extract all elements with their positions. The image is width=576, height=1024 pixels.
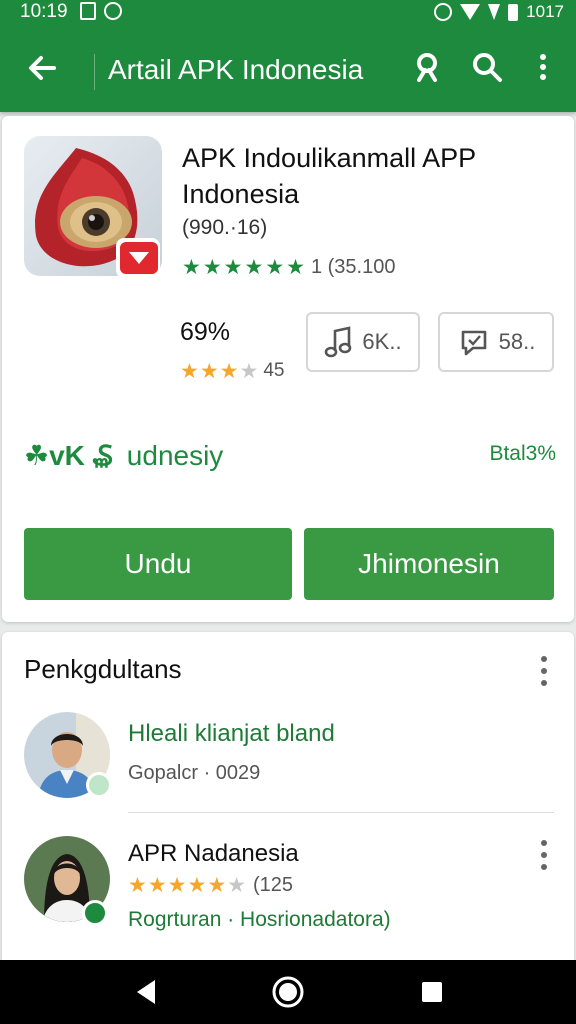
app-bar-divider xyxy=(94,54,95,90)
brand-logo: ☘vK ₷ udnesiy xyxy=(24,436,223,474)
review-rating-count: (125 xyxy=(252,874,293,896)
reviewer-name[interactable]: APR Nadanesia xyxy=(128,840,299,868)
star-icon: ★ xyxy=(147,874,167,897)
secondary-button[interactable]: Jhimonesin xyxy=(304,528,554,600)
search-icon[interactable] xyxy=(470,50,504,84)
download-button[interactable]: Undu xyxy=(24,528,292,600)
app-name: APK Indoulikanmall APP Indonesia xyxy=(182,143,476,209)
brand-text: udnesiy xyxy=(126,440,224,471)
more-vert-icon[interactable] xyxy=(534,656,554,686)
status-battery-text: 1017 xyxy=(526,2,564,21)
brand-logo-mark: ☘vK ₷ xyxy=(24,440,114,471)
wifi-icon xyxy=(460,4,481,20)
music-note-icon xyxy=(325,326,352,358)
review-meta: Gopalcr · 0029 xyxy=(128,762,261,784)
chip-label: 6K.. xyxy=(362,329,402,354)
star-icon: ★ xyxy=(286,256,305,279)
reviews-card: Penkgdultans Hleali klianjat bland Gopal… xyxy=(2,632,574,972)
reviewer-name[interactable]: Hleali klianjat bland xyxy=(128,720,335,748)
navigation-bar xyxy=(0,960,576,1024)
review-count: 1 (35.100 xyxy=(310,256,396,278)
star-empty-icon: ★ xyxy=(239,359,259,383)
nav-home-icon[interactable] xyxy=(270,974,306,1010)
app-info-card: APK Indoulikanmall APP Indonesia (990.·1… xyxy=(2,116,574,622)
status-bar: 10:19 1017 xyxy=(0,0,576,26)
more-vert-icon[interactable] xyxy=(526,50,560,84)
star-icon: ★ xyxy=(244,256,264,279)
nav-recents-icon[interactable] xyxy=(414,974,450,1010)
small-rating: ★ ★ ★ ★ 45 xyxy=(180,360,284,382)
battery-icon xyxy=(508,3,519,21)
divider xyxy=(128,812,554,813)
section-title: Penkgdultans xyxy=(24,654,182,684)
chat-bubble-icon xyxy=(461,330,486,356)
page-title: Artail APK Indonesia xyxy=(108,54,364,85)
app-bar: Artail APK Indonesia xyxy=(0,30,576,110)
star-icon: ★ xyxy=(219,359,239,383)
star-icon: ★ xyxy=(180,359,199,383)
star-icon: ★ xyxy=(128,874,147,897)
back-arrow-icon[interactable] xyxy=(22,48,62,88)
alarm-icon xyxy=(434,3,453,21)
star-empty-icon: ★ xyxy=(227,874,246,897)
star-icon: ★ xyxy=(187,874,207,897)
small-rating-count: 45 xyxy=(263,360,285,381)
verified-badge-icon xyxy=(82,900,108,926)
chip-label: 58.. xyxy=(498,329,536,354)
music-chip[interactable]: 6K.. xyxy=(306,312,420,372)
brand-percent: Btal3% xyxy=(489,442,556,465)
signal-icon xyxy=(488,4,501,20)
app-rating: ★ ★ ★ ★ ★ ★ 1 (35.100 xyxy=(182,256,395,279)
star-icon: ★ xyxy=(207,874,227,897)
star-icon: ★ xyxy=(265,256,285,279)
star-icon: ★ xyxy=(182,256,201,279)
rating-percent: 69% xyxy=(180,318,231,346)
status-time: 10:19 xyxy=(20,1,68,22)
app-icon[interactable] xyxy=(24,136,162,276)
chat-chip[interactable]: 58.. xyxy=(438,312,554,372)
star-icon: ★ xyxy=(167,874,187,897)
top-bar: 10:19 1017 Artail APK Indonesia xyxy=(0,0,576,112)
more-vert-icon[interactable] xyxy=(534,840,554,870)
star-icon: ★ xyxy=(202,256,222,279)
star-icon: ★ xyxy=(199,359,219,383)
notification-app-icon xyxy=(104,2,122,20)
verified-badge-icon xyxy=(86,772,112,798)
review-rating: ★ ★ ★ ★ ★ ★ (125 xyxy=(128,874,293,897)
app-version: (990.·16) xyxy=(182,216,268,239)
app-logo-icon xyxy=(35,148,160,276)
account-icon[interactable] xyxy=(410,50,444,84)
notification-icon xyxy=(80,2,96,20)
nav-back-icon[interactable] xyxy=(128,974,164,1010)
review-meta: Rogrturan · Hosrionadatora) xyxy=(128,908,391,931)
star-icon: ★ xyxy=(223,256,243,279)
